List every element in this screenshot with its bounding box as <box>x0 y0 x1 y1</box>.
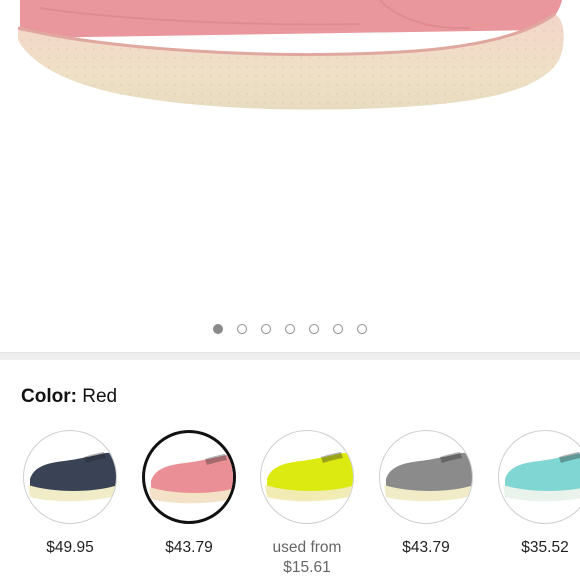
shoe-thumbnail <box>265 452 353 502</box>
color-swatch-image[interactable] <box>23 430 117 524</box>
color-label-key: Color: <box>21 386 77 407</box>
color-swatch-image[interactable] <box>498 430 580 524</box>
carousel-dot[interactable] <box>213 324 223 334</box>
swatch-price: $43.79 <box>165 539 213 556</box>
carousel-dot[interactable] <box>237 324 247 334</box>
swatch-price: $43.79 <box>402 539 450 556</box>
product-image-carousel[interactable] <box>0 0 580 350</box>
color-swatch-option[interactable]: $43.79 <box>378 430 474 558</box>
shoe-thumbnail <box>28 452 116 502</box>
carousel-dot[interactable] <box>285 324 295 334</box>
carousel-dot[interactable] <box>309 324 319 334</box>
swatch-price: $35.52 <box>521 539 569 556</box>
color-swatch-option[interactable]: $35.52 <box>497 430 580 558</box>
shoe-thumbnail <box>384 452 472 502</box>
shoe-thumbnail <box>149 454 233 504</box>
color-selection-label: Color: Red <box>21 386 117 408</box>
carousel-dot[interactable] <box>357 324 367 334</box>
color-swatch-option[interactable]: $49.95 <box>22 430 118 558</box>
shoe-thumbnail <box>503 452 580 502</box>
carousel-page-indicator[interactable] <box>0 324 580 334</box>
swatch-price: used from <box>272 539 342 556</box>
color-swatch-image[interactable] <box>379 430 473 524</box>
color-swatch-option[interactable]: $43.79 <box>141 430 237 558</box>
color-swatch-image[interactable] <box>142 430 236 524</box>
carousel-dot[interactable] <box>333 324 343 334</box>
product-shoe-image <box>17 0 564 110</box>
swatch-price-secondary: $15.61 <box>283 559 331 576</box>
color-swatch-image[interactable] <box>260 430 354 524</box>
section-divider <box>0 352 580 360</box>
swatch-price: $49.95 <box>46 539 94 556</box>
color-swatch-option[interactable]: used from $15.61 <box>259 430 355 578</box>
color-swatch-list: $49.95 $43.79 used from $15.61 $43.79 $35.52 <box>0 430 580 580</box>
carousel-dot[interactable] <box>261 324 271 334</box>
color-selected-value: Red <box>82 386 118 407</box>
